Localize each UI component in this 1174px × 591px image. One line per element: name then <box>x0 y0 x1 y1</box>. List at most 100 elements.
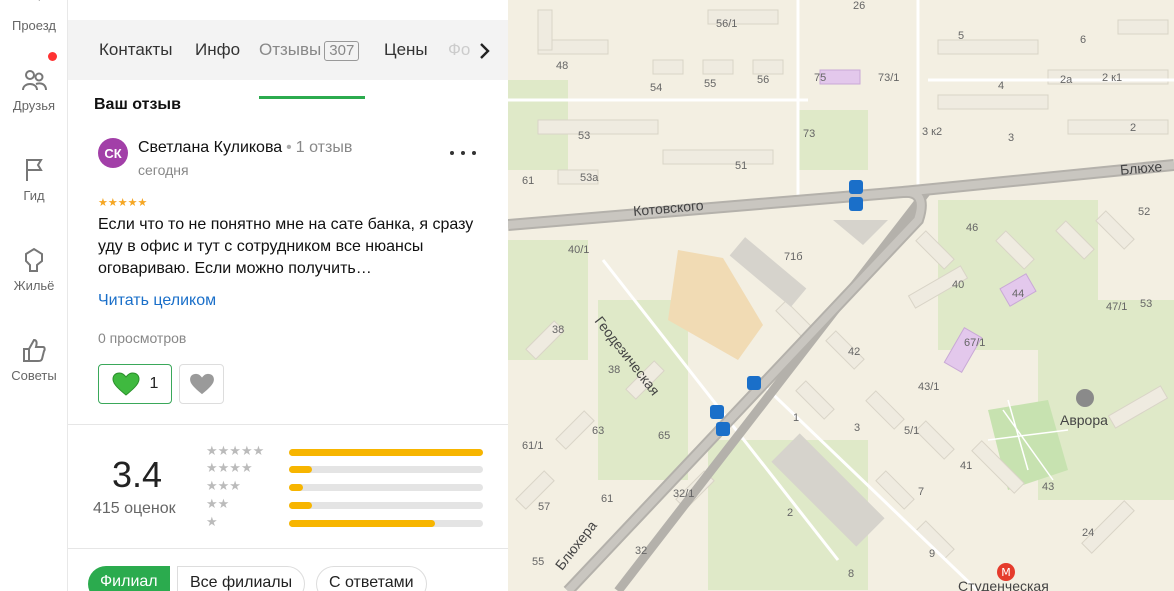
house-number: 47/1 <box>1106 301 1128 313</box>
house-number: 3 к2 <box>922 126 943 138</box>
house-number: 65 <box>658 430 671 442</box>
distribution-bar-fill <box>289 484 303 491</box>
house-number: 43 <box>1042 481 1055 493</box>
rail-item-guide[interactable]: Гид <box>0 156 68 203</box>
distribution-stars: ★★★★ <box>206 460 253 475</box>
distribution-bar-track <box>289 502 483 509</box>
house-number: 61 <box>601 493 614 505</box>
review-views: 0 просмотров <box>98 330 187 346</box>
distribution-bar-track <box>289 520 483 527</box>
rail-item-route[interactable]: Проезд <box>0 0 68 33</box>
house-number: 40/1 <box>568 244 590 256</box>
friends-icon <box>22 70 47 91</box>
house-number: 7 <box>918 486 925 498</box>
tab-info[interactable]: Инфо <box>195 40 240 60</box>
more-options-icon[interactable] <box>450 142 476 164</box>
read-more-link[interactable]: Читать целиком <box>98 292 216 310</box>
rail-item-label: Советы <box>11 368 57 383</box>
rail-item-label: Гид <box>23 188 45 203</box>
house-number: 73 <box>803 128 816 140</box>
house-number: 38 <box>608 364 621 376</box>
separator-dot: • <box>286 139 292 156</box>
house-number: 55 <box>532 556 545 568</box>
avatar[interactable]: СК <box>98 138 128 168</box>
house-number: 2 <box>1130 122 1137 134</box>
rating-distribution-row: ★ <box>206 514 486 529</box>
filter-branch-button[interactable]: Филиал <box>88 566 170 591</box>
house-number: 2 к1 <box>1102 72 1123 84</box>
distribution-bar-fill <box>289 466 313 473</box>
place-label-avrora[interactable]: Аврора <box>1060 412 1108 428</box>
house-number: 2 <box>787 507 794 519</box>
distribution-bar-fill <box>289 449 483 456</box>
house-number: 56/1 <box>716 18 738 30</box>
distribution-bar-track <box>289 484 483 491</box>
house-number: 9 <box>929 548 936 560</box>
house-number: 5 <box>958 30 965 42</box>
house-number: 41 <box>960 460 973 472</box>
rating-distribution-row: ★★★★★ <box>206 443 486 458</box>
house-number: 61 <box>522 175 535 187</box>
distribution-bar-track <box>289 449 483 456</box>
house-number: 42 <box>848 346 861 358</box>
house-number: 75 <box>814 72 827 84</box>
house-number: 51 <box>735 160 748 172</box>
tab-reviews[interactable]: Отзывы 307 <box>259 40 360 61</box>
house-number: 53a <box>580 172 599 184</box>
left-rail: Проезд Друзья Гид Жильё Советы <box>0 0 68 591</box>
house-number: 71б <box>784 251 803 263</box>
map[interactable]: M Котовского Геодезическая Блюхе Блюхера… <box>508 0 1174 591</box>
distribution-bar-track <box>289 466 483 473</box>
house-number: 73/1 <box>878 72 900 84</box>
rail-item-tips[interactable]: Советы <box>0 336 68 383</box>
house-number: 54 <box>650 82 663 94</box>
house-number: 56 <box>757 74 770 86</box>
thumbs-up-icon <box>23 338 46 362</box>
filter-with-answers-button[interactable]: С ответами <box>316 566 427 591</box>
review-text: Если что то не понятно мне на сате банка… <box>98 216 474 277</box>
rating-distribution-row: ★★★ <box>206 478 486 493</box>
like-button[interactable]: 1 <box>98 364 172 404</box>
house-number: 61/1 <box>522 440 544 452</box>
author-name[interactable]: Светлана Куликова <box>138 139 282 156</box>
house-number: 48 <box>556 60 569 72</box>
dislike-button[interactable] <box>179 364 224 404</box>
author-review-count: 1 отзыв <box>295 139 353 156</box>
house-number: 52 <box>1138 206 1151 218</box>
heart-icon <box>189 373 214 395</box>
distribution-stars: ★ <box>206 514 218 529</box>
chevron-right-icon[interactable] <box>476 40 494 62</box>
tab-contacts[interactable]: Контакты <box>99 40 172 60</box>
distribution-bar-fill <box>289 502 313 509</box>
house-icon <box>25 247 43 272</box>
rating-distribution-row: ★★ <box>206 496 486 511</box>
house-number: 57 <box>538 501 551 513</box>
house-number: 55 <box>704 78 717 90</box>
business-panel: Контакты Инфо Отзывы 307 Цены Фо Ваш отзы… <box>68 0 508 591</box>
house-number: 44 <box>1012 288 1025 300</box>
house-number: 26 <box>853 0 866 12</box>
reviews-count-badge: 307 <box>324 41 360 61</box>
rating-count: 415 оценок <box>93 500 176 517</box>
tab-photos[interactable]: Фо <box>448 40 470 60</box>
route-icon <box>38 0 40 1</box>
house-number: 24 <box>1082 527 1095 539</box>
filter-all-branches-button[interactable]: Все филиалы <box>177 566 306 591</box>
divider <box>68 424 508 425</box>
house-number: 32 <box>635 545 648 557</box>
review-author: Светлана Куликова • 1 отзыв <box>138 139 352 157</box>
house-number: 1 <box>793 412 800 424</box>
house-number: 3 <box>854 422 861 434</box>
house-number: 8 <box>848 568 855 580</box>
house-number: 3 <box>1008 132 1015 144</box>
house-number: 6 <box>1080 34 1087 46</box>
rail-item-housing[interactable]: Жильё <box>0 246 68 293</box>
rating-distribution-row: ★★★★ <box>206 460 486 475</box>
house-number: 4 <box>998 80 1005 92</box>
like-count: 1 <box>149 375 159 392</box>
house-number: 2a <box>1060 74 1073 86</box>
house-number: 46 <box>966 222 979 234</box>
tab-prices[interactable]: Цены <box>384 40 428 60</box>
tab-reviews-label: Отзывы <box>259 40 322 59</box>
rail-item-friends[interactable]: Друзья <box>0 66 68 113</box>
